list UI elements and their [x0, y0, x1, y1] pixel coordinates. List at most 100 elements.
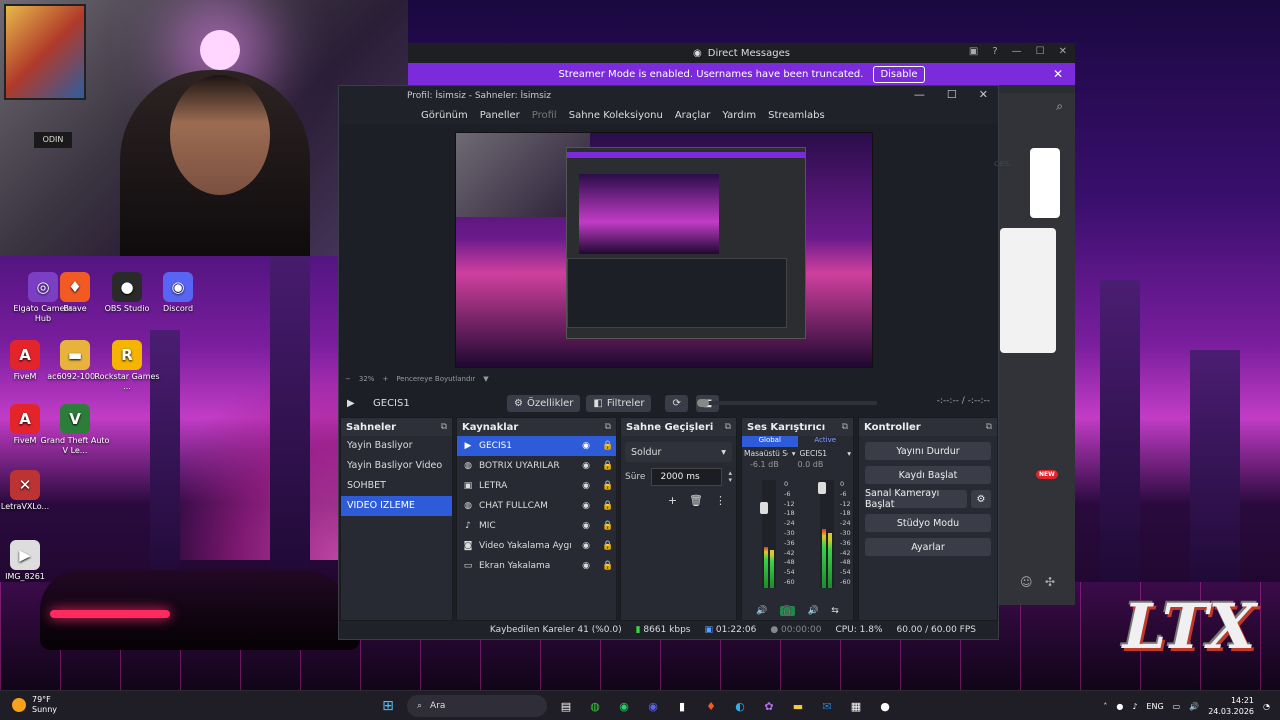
chevron-down-icon[interactable]: ▾: [792, 449, 796, 458]
source-item[interactable]: ♪ MIC ◉ 🔒: [457, 516, 616, 536]
source-item[interactable]: ▣ LETRA ◉ 🔒: [457, 476, 616, 496]
media-seekbar[interactable]: [697, 399, 877, 407]
source-item[interactable]: ◍ CHAT FULLCAM ◉ 🔒: [457, 496, 616, 516]
settings-button[interactable]: Ayarlar: [865, 538, 991, 556]
desktop-icon[interactable]: ▶ IMG_8261: [0, 540, 60, 582]
volume-meter[interactable]: [818, 480, 834, 588]
scene-item[interactable]: VIDEO IZLEME: [341, 496, 452, 516]
duration-input[interactable]: 2000 ms: [651, 468, 723, 486]
lock-icon[interactable]: 🔒: [600, 521, 616, 531]
chevron-up-icon[interactable]: ˄: [1103, 702, 1107, 711]
eye-icon[interactable]: ◉: [578, 441, 594, 451]
disable-button[interactable]: Disable: [873, 65, 925, 83]
mic-icon[interactable]: ♪: [1132, 702, 1137, 711]
eye-icon[interactable]: ◉: [578, 481, 594, 491]
whatsapp-icon[interactable]: ◉: [614, 696, 634, 716]
trash-icon[interactable]: 🗑: [689, 494, 703, 507]
store-icon[interactable]: ▦: [846, 696, 866, 716]
fit-window-button[interactable]: Pencereye Boyutlandır: [396, 375, 475, 383]
speaker-icon[interactable]: 🔊: [756, 606, 767, 616]
inbox-icon[interactable]: ▣: [969, 46, 978, 57]
dock-undock-icon[interactable]: ⧉: [725, 422, 731, 432]
volume-fader[interactable]: [818, 482, 826, 494]
zoom-in-icon[interactable]: +: [382, 375, 388, 383]
lock-icon[interactable]: 🔒: [600, 561, 616, 571]
monitor-icon[interactable]: ⇆: [831, 606, 839, 616]
search-icon[interactable]: ⌕: [1056, 99, 1063, 114]
emoji-icon[interactable]: ☺: [1020, 575, 1033, 589]
volume-fader[interactable]: [760, 502, 768, 514]
scene-item[interactable]: SOHBET: [341, 476, 452, 496]
apps-icon[interactable]: ✣: [1045, 575, 1055, 589]
menu-item[interactable]: Görünüm: [421, 110, 468, 121]
lock-icon[interactable]: 🔒: [600, 461, 616, 471]
file-icon[interactable]: ▤: [556, 696, 576, 716]
properties-button[interactable]: ⚙ Özellikler: [507, 394, 581, 412]
menu-item[interactable]: Araçlar: [675, 110, 711, 121]
copilot-icon[interactable]: ✿: [759, 696, 779, 716]
minimize-icon[interactable]: —: [914, 88, 925, 101]
language[interactable]: ENG: [1146, 702, 1163, 711]
explorer-icon[interactable]: ▬: [788, 696, 808, 716]
close-icon[interactable]: ✕: [1059, 46, 1067, 57]
clock[interactable]: 14:21 24.03.2026: [1208, 695, 1254, 717]
obs-preview[interactable]: [455, 132, 873, 368]
source-item[interactable]: ◍ BOTRIX UYARILAR ◉ 🔒: [457, 456, 616, 476]
lock-icon[interactable]: 🔒: [600, 441, 616, 451]
chevron-down-icon[interactable]: ▾: [847, 449, 851, 458]
dock-undock-icon[interactable]: ⧉: [842, 422, 848, 432]
edge-icon[interactable]: ◐: [730, 696, 750, 716]
dock-undock-icon[interactable]: ⧉: [441, 422, 447, 432]
eye-icon[interactable]: ◉: [578, 501, 594, 511]
tray-app-icon[interactable]: ●: [1116, 702, 1123, 711]
stepper-icon[interactable]: ▴ ▾: [728, 470, 732, 484]
desktop-icon[interactable]: ✕ LetraVXLo...: [0, 470, 60, 512]
eye-icon[interactable]: ◉: [578, 461, 594, 471]
terminal-icon[interactable]: ▮: [672, 696, 692, 716]
menu-item[interactable]: Streamlabs: [768, 110, 825, 121]
obs-icon[interactable]: ●: [875, 696, 895, 716]
banner-close-icon[interactable]: ✕: [1053, 67, 1063, 81]
minimize-icon[interactable]: —: [1012, 46, 1022, 57]
desktop-icon[interactable]: V Grand Theft Auto V Le...: [40, 404, 110, 456]
transition-select[interactable]: Soldur ▾: [625, 442, 732, 462]
play-icon[interactable]: ▶: [347, 398, 359, 409]
more-icon[interactable]: ⋮: [715, 494, 726, 507]
desktop-icon[interactable]: R Rockstar Games ...: [92, 340, 162, 392]
maximize-icon[interactable]: ☐: [1036, 46, 1045, 57]
menu-item[interactable]: Profil: [532, 110, 557, 121]
menu-item[interactable]: Sahne Koleksiyonu: [569, 110, 663, 121]
scene-item[interactable]: Yayin Basliyor: [341, 436, 452, 456]
menu-item[interactable]: Paneller: [480, 110, 520, 121]
source-item[interactable]: ▭ Ekran Yakalama ◉ 🔒: [457, 556, 616, 576]
start-icon[interactable]: ⊞: [378, 696, 398, 716]
outlook-icon[interactable]: ✉: [817, 696, 837, 716]
volume-meter[interactable]: [760, 480, 776, 588]
stop-stream-button[interactable]: Yayını Durdur: [865, 442, 991, 460]
add-icon[interactable]: +: [668, 494, 677, 507]
mixer-tab-active[interactable]: Active: [798, 436, 854, 447]
close-icon[interactable]: ✕: [979, 88, 988, 101]
eye-icon[interactable]: ◉: [578, 561, 594, 571]
gear-icon[interactable]: ⚙: [971, 490, 991, 508]
eye-icon[interactable]: ◉: [578, 541, 594, 551]
source-item[interactable]: ▶ GECIS1 ◉ 🔒: [457, 436, 616, 456]
discord-icon[interactable]: ◉: [643, 696, 663, 716]
start-virtual-camera-button[interactable]: Sanal Kamerayı Başlat: [865, 488, 967, 510]
notification-icon[interactable]: ◔: [1263, 702, 1270, 711]
dock-undock-icon[interactable]: ⧉: [986, 422, 992, 432]
speaker-icon[interactable]: 🔊: [808, 606, 819, 616]
desktop-icon[interactable]: ◉ Discord: [143, 272, 213, 314]
menu-item[interactable]: Yardım: [722, 110, 756, 121]
source-item[interactable]: ◙ Video Yakalama Aygıtı ◉ 🔒: [457, 536, 616, 556]
start-recording-button[interactable]: Kaydı Başlat: [865, 466, 991, 484]
weather-widget[interactable]: 79°F Sunny: [12, 695, 57, 715]
eye-icon[interactable]: ◉: [578, 521, 594, 531]
xbox-icon[interactable]: ◍: [585, 696, 605, 716]
filters-button[interactable]: ◧ Filtreler: [586, 394, 652, 412]
dock-undock-icon[interactable]: ⧉: [605, 422, 611, 432]
zoom-out-icon[interactable]: −: [345, 375, 351, 383]
brave-icon[interactable]: ♦: [701, 696, 721, 716]
headphones-icon[interactable]: 🎧: [779, 606, 796, 616]
mixer-tab-global[interactable]: Global: [742, 436, 798, 447]
